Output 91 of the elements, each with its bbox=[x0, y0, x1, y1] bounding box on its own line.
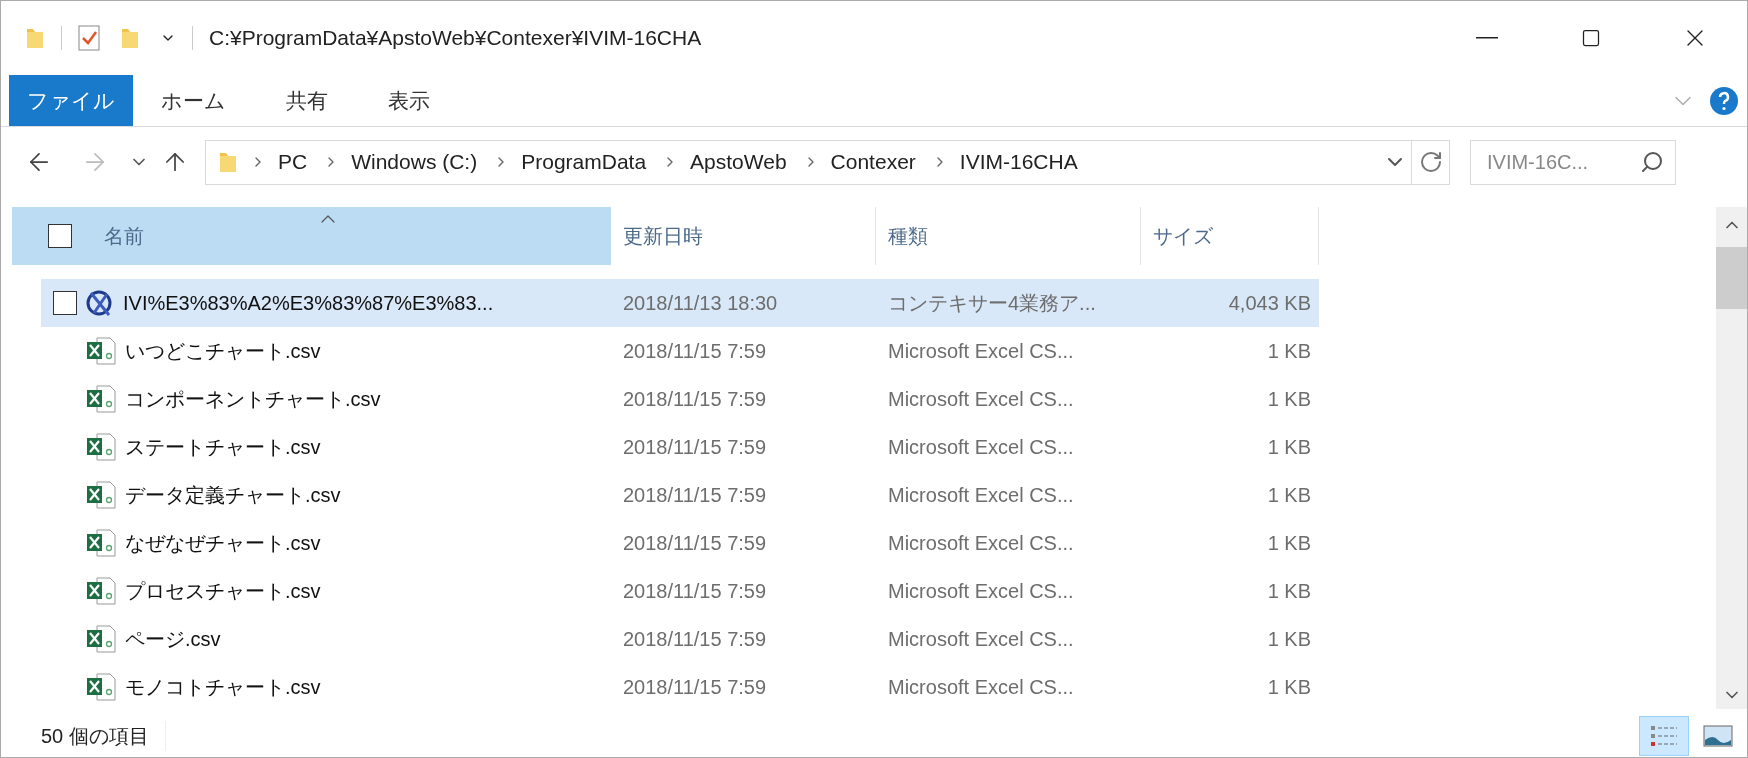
file-row[interactable]: IVI%E3%83%A2%E3%83%87%E3%83... 2018/11/13 18:30 コンテキサー4業務ア... 4,043 KB bbox=[41, 279, 1319, 327]
breadcrumb-item[interactable]: IVIM-16CHA bbox=[959, 146, 1078, 178]
file-type: Microsoft Excel CS... bbox=[887, 675, 1075, 700]
file-row[interactable]: ステートチャート.csv 2018/11/15 7:59 Microsoft Excel CS... 1 KB bbox=[41, 423, 1319, 471]
excel-file-icon bbox=[85, 672, 117, 702]
help-icon[interactable] bbox=[1709, 85, 1739, 116]
file-size: 1 KB bbox=[1266, 435, 1312, 460]
modified-date: 2018/11/15 7:59 bbox=[622, 675, 768, 700]
file-type: Microsoft Excel CS... bbox=[887, 627, 1075, 652]
file-row[interactable]: コンポーネントチャート.csv 2018/11/15 7:59 Microsoft Excel CS... 1 KB bbox=[41, 375, 1319, 423]
refresh-icon bbox=[1418, 150, 1443, 174]
excel-file-icon bbox=[85, 480, 117, 510]
file-row[interactable]: データ定義チャート.csv 2018/11/15 7:59 Microsoft Excel CS... 1 KB bbox=[41, 471, 1319, 519]
file-name: IVI%E3%83%A2%E3%83%87%E3%83... bbox=[123, 291, 494, 316]
file-type: Microsoft Excel CS... bbox=[887, 579, 1075, 604]
modified-date: 2018/11/15 7:59 bbox=[622, 339, 768, 364]
excel-file-icon bbox=[85, 432, 117, 462]
file-type: コンテキサー4業務ア... bbox=[887, 291, 1097, 316]
breadcrumb-item[interactable]: Windows (C:) bbox=[351, 146, 478, 178]
file-name: いつどこチャート.csv bbox=[125, 339, 321, 364]
excel-file-icon bbox=[85, 528, 117, 558]
folder-icon bbox=[218, 150, 238, 174]
ribbon-tab[interactable]: ホーム bbox=[133, 75, 254, 126]
vertical-scrollbar[interactable] bbox=[1716, 207, 1747, 709]
file-row[interactable]: いつどこチャート.csv 2018/11/15 7:59 Microsoft Excel CS... 1 KB bbox=[41, 327, 1319, 375]
file-name: ステートチャート.csv bbox=[125, 435, 321, 460]
file-type: Microsoft Excel CS... bbox=[887, 435, 1075, 460]
file-tab[interactable]: ファイル bbox=[9, 75, 133, 126]
item-count: 50 個の項目 bbox=[41, 721, 166, 751]
file-size: 1 KB bbox=[1266, 483, 1312, 508]
file-type: Microsoft Excel CS... bbox=[887, 387, 1075, 412]
excel-file-icon bbox=[85, 384, 117, 414]
file-size: 4,043 KB bbox=[1227, 291, 1312, 316]
ribbon-tab[interactable]: 共有 bbox=[258, 75, 356, 126]
modified-date: 2018/11/15 7:59 bbox=[622, 435, 768, 460]
file-name: モノコトチャート.csv bbox=[125, 675, 321, 700]
file-type: Microsoft Excel CS... bbox=[887, 531, 1075, 556]
maximize-icon bbox=[1581, 28, 1601, 48]
file-size: 1 KB bbox=[1266, 579, 1312, 604]
new-folder-icon bbox=[120, 26, 140, 50]
file-type: Microsoft Excel CS... bbox=[887, 339, 1075, 364]
file-size: 1 KB bbox=[1266, 627, 1312, 652]
column-header[interactable]: サイズ bbox=[1141, 207, 1319, 265]
file-row[interactable]: プロセスチャート.csv 2018/11/15 7:59 Microsoft Excel CS... 1 KB bbox=[41, 567, 1319, 615]
modified-date: 2018/11/15 7:59 bbox=[622, 387, 768, 412]
details-view-button[interactable] bbox=[1639, 716, 1689, 756]
column-label: 更新日時 bbox=[623, 224, 703, 249]
file-size: 1 KB bbox=[1266, 387, 1312, 412]
modified-date: 2018/11/15 7:59 bbox=[622, 531, 768, 556]
file-row[interactable]: ページ.csv 2018/11/15 7:59 Microsoft Excel CS... 1 KB bbox=[41, 615, 1319, 663]
breadcrumb-item[interactable]: Contexer bbox=[830, 146, 916, 178]
excel-file-icon bbox=[85, 336, 117, 366]
search-icon bbox=[1640, 149, 1664, 174]
modified-date: 2018/11/13 18:30 bbox=[622, 291, 779, 316]
excel-file-icon bbox=[85, 624, 117, 654]
column-header[interactable]: 更新日時 bbox=[611, 207, 876, 265]
breadcrumb-item[interactable]: ApstoWeb bbox=[690, 146, 787, 178]
file-size: 1 KB bbox=[1266, 531, 1312, 556]
column-label: 種類 bbox=[888, 224, 928, 249]
column-header[interactable]: 種類 bbox=[876, 207, 1141, 265]
file-name: なぜなぜチャート.csv bbox=[125, 531, 321, 556]
file-type: Microsoft Excel CS... bbox=[887, 483, 1075, 508]
column-label: 名前 bbox=[104, 224, 144, 249]
details-view-icon bbox=[1649, 723, 1679, 749]
address-bar[interactable]: PC Windows (C:) ProgramData ApstoWeb Contexer IVIM-16CHA bbox=[205, 139, 1450, 185]
search-field[interactable]: IVIM-16C... bbox=[1470, 139, 1676, 185]
file-size: 1 KB bbox=[1266, 675, 1312, 700]
ribbon-tab[interactable]: 表示 bbox=[360, 75, 458, 126]
modified-date: 2018/11/15 7:59 bbox=[622, 579, 768, 604]
row-checkbox[interactable] bbox=[53, 291, 77, 315]
window-title: C:¥ProgramData¥ApstoWeb¥Contexer¥IVIM-16CHA bbox=[209, 25, 702, 52]
excel-file-icon bbox=[85, 576, 117, 606]
file-name: プロセスチャート.csv bbox=[125, 579, 321, 604]
properties-icon[interactable] bbox=[78, 25, 100, 51]
scrollbar-thumb[interactable] bbox=[1716, 247, 1747, 309]
select-all-checkbox[interactable] bbox=[48, 224, 72, 248]
file-name: ページ.csv bbox=[125, 627, 221, 652]
file-name: コンポーネントチャート.csv bbox=[125, 387, 381, 412]
file-size: 1 KB bbox=[1266, 339, 1312, 364]
breadcrumb-item[interactable]: PC bbox=[278, 146, 308, 178]
minimize-icon bbox=[1476, 37, 1498, 39]
file-row[interactable]: モノコトチャート.csv 2018/11/15 7:59 Microsoft Excel CS... 1 KB bbox=[41, 663, 1319, 711]
column-label: サイズ bbox=[1153, 224, 1213, 249]
file-name: データ定義チャート.csv bbox=[125, 483, 341, 508]
modified-date: 2018/11/15 7:59 bbox=[622, 627, 768, 652]
large-icons-view-icon bbox=[1703, 724, 1733, 748]
modified-date: 2018/11/15 7:59 bbox=[622, 483, 768, 508]
breadcrumb-item[interactable]: ProgramData bbox=[521, 146, 647, 178]
folder-icon bbox=[25, 26, 45, 50]
column-header[interactable]: 名前 bbox=[12, 207, 611, 265]
file-row[interactable]: なぜなぜチャート.csv 2018/11/15 7:59 Microsoft Excel CS... 1 KB bbox=[41, 519, 1319, 567]
